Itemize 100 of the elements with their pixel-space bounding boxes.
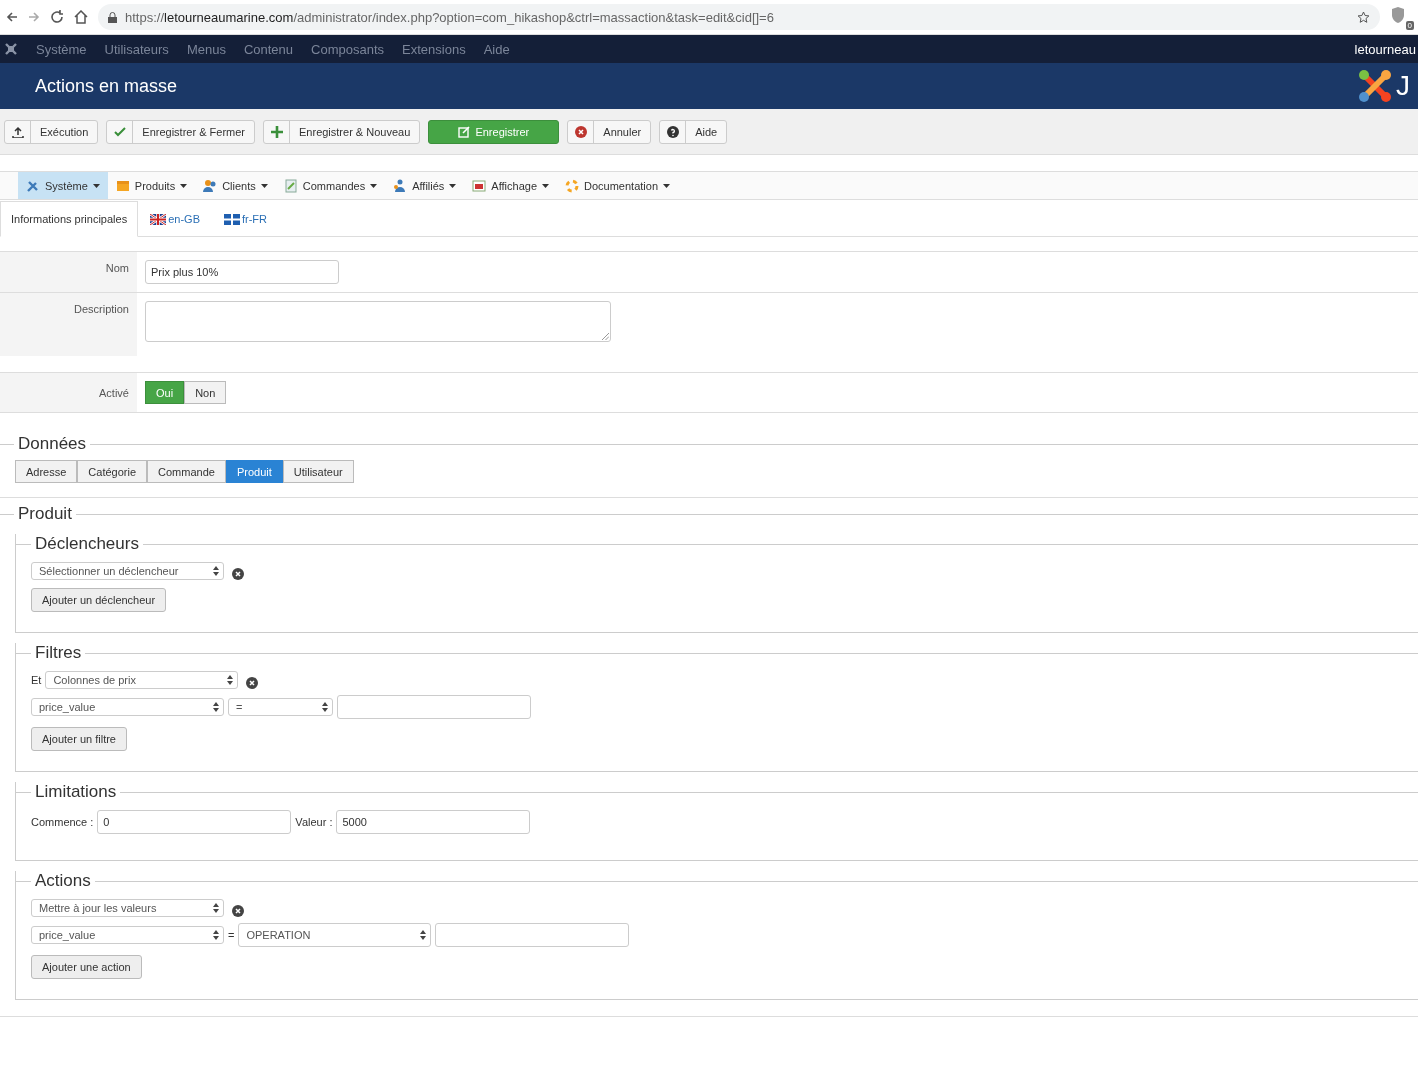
toolbar-button[interactable]: Exécution <box>4 119 99 144</box>
tab[interactable]: Produit <box>225 460 283 483</box>
cancel-icon <box>574 125 587 138</box>
section-title: Produit <box>0 504 1418 524</box>
caret-icon <box>663 183 670 188</box>
description-field[interactable] <box>145 301 611 342</box>
url-text: https://letourneaumarine.com/administrator/index.php?option=com_hikashop&ctrl=massaction&task=edit&cid[]=6 <box>125 9 774 25</box>
resize-grip-icon[interactable] <box>602 333 609 340</box>
select-field[interactable]: = <box>228 698 333 716</box>
section-title: Actions <box>16 871 1418 891</box>
menu-item[interactable]: Contenu <box>243 41 294 57</box>
menu-item[interactable]: Documentation <box>557 172 678 199</box>
toggle-option[interactable]: Non <box>184 381 227 404</box>
select-arrows-icon <box>227 675 234 685</box>
logo-icon <box>1358 69 1392 103</box>
select-field[interactable]: Mettre à jour les valeurs <box>31 899 224 917</box>
section-title: Données <box>0 434 1418 454</box>
toolbar-button[interactable]: Aide <box>659 119 728 144</box>
flag-icon <box>150 213 167 225</box>
tab[interactable]: fr-FR <box>211 202 279 236</box>
text-field[interactable]: 0 <box>97 810 292 834</box>
remove-icon[interactable] <box>232 568 244 580</box>
menu-item[interactable]: Menus <box>186 41 226 57</box>
edit-icon <box>458 125 471 138</box>
menu-item[interactable]: Produits <box>107 172 196 199</box>
add-button[interactable]: Ajouter un filtre <box>31 727 127 751</box>
toolbar-button[interactable]: Enregistrer & Nouveau <box>263 119 421 144</box>
box-icon <box>115 178 130 193</box>
select-arrows-icon <box>213 566 219 576</box>
text-field[interactable] <box>337 695 531 719</box>
caret-icon <box>92 183 100 188</box>
select-arrows-icon <box>213 903 219 913</box>
select-arrows-icon <box>322 702 328 712</box>
section-title: Déclencheurs <box>16 534 1418 554</box>
select-field[interactable]: Sélectionner un déclencheur <box>31 562 224 580</box>
tab[interactable]: Utilisateur <box>282 460 354 483</box>
logo-text: J <box>1396 70 1410 102</box>
field-label: Description <box>0 293 137 356</box>
text-field[interactable] <box>435 923 630 947</box>
menu-item[interactable]: Extensions <box>402 41 466 57</box>
select-field[interactable]: OPERATION <box>238 923 432 947</box>
section-title: Limitations <box>16 782 1418 802</box>
plus-icon <box>270 125 283 138</box>
toolbar-button[interactable]: Enregistrer & Fermer <box>106 119 255 144</box>
tab[interactable]: Commande <box>147 460 226 483</box>
menu-item[interactable]: Composants <box>311 41 385 57</box>
menu-item[interactable]: Affichage <box>464 172 557 199</box>
users-icon <box>203 178 218 193</box>
select-field[interactable]: price_value <box>31 698 224 716</box>
caret-icon <box>449 183 457 188</box>
home-icon[interactable] <box>74 10 88 24</box>
caret-icon <box>542 183 549 188</box>
field-label: Et <box>31 674 42 686</box>
remove-icon[interactable] <box>232 905 244 917</box>
field-label: Commence : <box>31 816 94 828</box>
toolbar-button[interactable]: Annuler <box>567 119 652 144</box>
select-arrows-icon <box>213 930 219 940</box>
address-bar[interactable]: https://letourneaumarine.com/administrator/index.php?option=com_hikashop&ctrl=massaction&task=edit&cid[]=6 <box>98 4 1380 30</box>
shield-icon[interactable] <box>1390 6 1406 24</box>
select-field[interactable]: Colonnes de prix <box>45 671 239 689</box>
menu-item[interactable]: Système <box>36 41 87 57</box>
name-field[interactable]: Prix plus 10% <box>145 260 339 284</box>
caret-icon <box>370 183 378 188</box>
page-title: Actions en masse <box>35 75 178 97</box>
tab[interactable]: Adresse <box>15 460 78 483</box>
menu-item[interactable]: Aide <box>483 41 510 57</box>
upload-icon <box>11 125 24 138</box>
menu-item[interactable]: Système <box>18 172 108 199</box>
check-icon <box>113 125 126 138</box>
menu-item[interactable]: Utilisateurs <box>104 41 169 57</box>
field-label: Nom <box>0 252 137 292</box>
tab[interactable]: en-GB <box>138 202 212 236</box>
back-icon[interactable] <box>6 11 18 23</box>
window-icon <box>472 178 487 193</box>
select-arrows-icon <box>213 702 219 712</box>
extension-badge: 0 <box>1405 21 1414 30</box>
people-icon <box>393 178 408 193</box>
field-label: Activé <box>0 373 137 412</box>
add-button[interactable]: Ajouter un déclencheur <box>31 588 167 612</box>
document-icon <box>283 178 298 193</box>
flag-icon <box>223 213 240 225</box>
menu-item[interactable]: Commandes <box>275 172 386 199</box>
lifebuoy-icon <box>565 178 579 193</box>
select-field[interactable]: price_value <box>31 926 224 944</box>
caret-icon <box>180 183 188 188</box>
menu-item[interactable]: Affiliés <box>385 172 465 199</box>
add-button[interactable]: Ajouter une action <box>31 955 142 979</box>
tab[interactable]: Catégorie <box>77 460 148 483</box>
section-title: Filtres <box>16 643 1418 663</box>
tools-icon <box>26 178 40 193</box>
star-icon[interactable] <box>1357 10 1370 24</box>
text-field[interactable]: 5000 <box>336 810 531 834</box>
menu-item[interactable]: Clients <box>195 172 276 199</box>
tab[interactable]: Informations principales <box>0 201 139 237</box>
user-menu[interactable]: letourneau <box>1354 41 1418 57</box>
reload-icon[interactable] <box>50 10 64 24</box>
remove-icon[interactable] <box>246 677 259 689</box>
field-label: = <box>228 929 235 941</box>
lock-icon <box>108 11 117 23</box>
select-arrows-icon <box>420 930 427 940</box>
